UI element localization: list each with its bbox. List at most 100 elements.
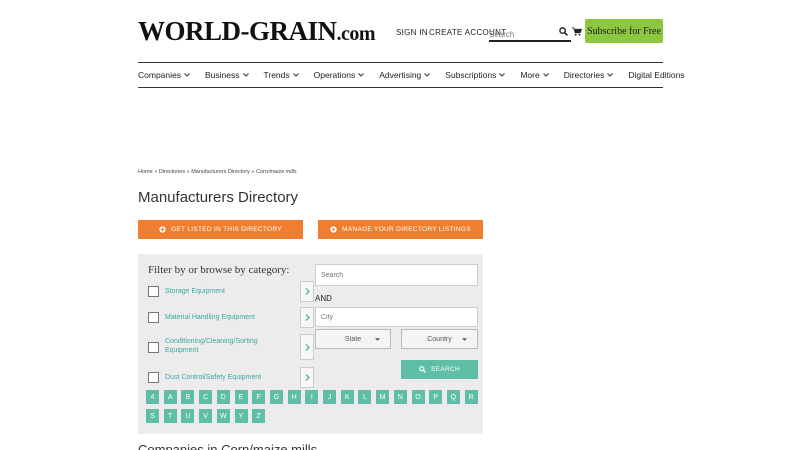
nav-item-more[interactable]: More — [520, 70, 549, 80]
letter-filter-t[interactable]: T — [163, 409, 177, 423]
letter-filter-f[interactable]: F — [252, 390, 266, 404]
category-expand-button[interactable] — [300, 307, 314, 328]
gear-icon — [330, 226, 337, 233]
letter-filter-i[interactable]: I — [305, 390, 319, 404]
letter-filter-n[interactable]: N — [393, 390, 407, 404]
letter-filter-l[interactable]: L — [358, 390, 372, 404]
letter-filter-q[interactable]: Q — [446, 390, 460, 404]
nav-item-business[interactable]: Business — [205, 70, 249, 80]
letter-filter-z[interactable]: Z — [252, 409, 266, 423]
letter-filter-k[interactable]: K — [340, 390, 354, 404]
breadcrumb-home[interactable]: Home — [138, 169, 153, 175]
site-header: WORLD-GRAIN.com SIGN IN CREATE ACCOUNT S… — [138, 14, 663, 50]
site-logo[interactable]: WORLD-GRAIN.com — [138, 16, 376, 47]
breadcrumb-directories[interactable]: Directories — [159, 169, 185, 175]
letter-filter-y[interactable]: Y — [234, 409, 248, 423]
chevron-down-icon — [499, 73, 506, 77]
subscribe-button[interactable]: Subscribe for Free — [585, 19, 663, 43]
search-icon — [419, 366, 427, 373]
letter-filter-d[interactable]: D — [216, 390, 230, 404]
chevron-down-icon — [607, 73, 614, 77]
directory-search-button[interactable]: SEARCH — [401, 360, 478, 379]
breadcrumb-current: Corn/maize mills — [256, 169, 297, 175]
category-label[interactable]: Material Handling Equipment — [165, 313, 295, 322]
letter-filter-e[interactable]: E — [234, 390, 248, 404]
chevron-down-icon — [542, 73, 549, 77]
nav-item-label: Business — [205, 70, 240, 80]
letter-filter-r[interactable]: R — [464, 390, 478, 404]
chevron-down-icon — [292, 73, 299, 77]
logo-main-text: WORLD-GRAIN — [138, 16, 337, 46]
city-input[interactable] — [315, 307, 478, 327]
letter-filter-o[interactable]: O — [411, 390, 425, 404]
nav-item-label: Advertising — [379, 70, 422, 80]
logo-suffix-text: .com — [336, 23, 376, 45]
category-label[interactable]: Storage Equipment — [165, 287, 295, 296]
category-checkbox[interactable] — [148, 312, 159, 323]
letter-filter-w[interactable]: W — [216, 409, 230, 423]
letter-filter-c[interactable]: C — [199, 390, 213, 404]
nav-item-label: More — [520, 70, 540, 80]
nav-item-trends[interactable]: Trends — [264, 70, 299, 80]
filter-title: Filter by or browse by category: — [148, 264, 290, 276]
nav-item-companies[interactable]: Companies — [138, 70, 190, 80]
sign-in-link[interactable]: SIGN IN — [396, 28, 428, 37]
chevron-down-icon — [358, 73, 365, 77]
manage-listings-button[interactable]: MANAGE YOUR DIRECTORY LISTINGS — [318, 220, 483, 239]
letter-filter-h[interactable]: H — [287, 390, 301, 404]
nav-item-operations[interactable]: Operations — [314, 70, 365, 80]
state-select-label: State — [344, 335, 362, 343]
keyword-search-input[interactable] — [315, 264, 478, 286]
chevron-right-icon — [305, 343, 310, 351]
letter-filter-m[interactable]: M — [376, 390, 390, 404]
category-label[interactable]: Conditioning/Cleaning/Sorting Equipment — [165, 337, 277, 355]
letter-filter-s[interactable]: S — [146, 409, 159, 423]
main-nav: Companies Business Trends Operations Adverti… — [138, 62, 685, 88]
nav-item-digital-editions[interactable]: Digital Editions — [628, 70, 684, 80]
filter-panel: Filter by or browse by category: Storage… — [138, 254, 483, 434]
breadcrumb-manufacturers[interactable]: Manufacturers Directory — [191, 169, 250, 175]
nav-item-label: Companies — [138, 70, 181, 80]
nav-item-directories[interactable]: Directories — [564, 70, 614, 80]
nav-item-label: Subscriptions — [445, 70, 497, 80]
chevron-right-icon — [305, 314, 310, 321]
caret-down-icon — [375, 338, 380, 341]
category-checkbox[interactable] — [148, 342, 159, 353]
nav-item-label: Directories — [563, 70, 605, 80]
category-checkbox[interactable] — [148, 372, 159, 383]
chevron-down-icon — [242, 73, 249, 77]
letter-filter-v[interactable]: V — [199, 409, 213, 423]
chevron-down-icon — [424, 73, 431, 77]
header-search-input[interactable] — [489, 26, 559, 43]
letter-filter-p[interactable]: P — [429, 390, 443, 404]
letter-filter-g[interactable]: G — [269, 390, 283, 404]
breadcrumb: Home » Directories » Manufacturers Direc… — [138, 169, 297, 175]
get-listed-label: GET LISTED IN THIS DIRECTORY — [171, 226, 282, 233]
category-expand-button[interactable] — [300, 334, 314, 360]
letter-filter-j[interactable]: J — [323, 390, 336, 404]
category-checkbox[interactable] — [148, 286, 159, 297]
letter-filter-a[interactable]: A — [163, 390, 177, 404]
category-expand-button[interactable] — [300, 367, 314, 388]
search-icon[interactable] — [559, 27, 568, 36]
category-expand-button[interactable] — [300, 281, 314, 302]
nav-item-label: Operations — [313, 70, 356, 80]
nav-item-label: Digital Editions — [628, 70, 685, 80]
and-label: AND — [315, 294, 332, 303]
caret-down-icon — [462, 338, 467, 341]
companies-heading: Companies in Corn/maize mills — [138, 442, 318, 450]
letter-filter-4[interactable]: 4 — [146, 390, 159, 404]
plus-circle-icon — [159, 226, 166, 233]
letter-filter-u[interactable]: U — [181, 409, 195, 423]
cart-icon[interactable] — [572, 27, 582, 36]
search-button-label: SEARCH — [431, 366, 460, 373]
country-select[interactable]: Country — [401, 329, 478, 349]
nav-item-advertising[interactable]: Advertising — [379, 70, 431, 80]
nav-item-label: Trends — [263, 70, 290, 80]
letter-filter-b[interactable]: B — [181, 390, 195, 404]
state-select[interactable]: State — [315, 329, 391, 349]
nav-item-subscriptions[interactable]: Subscriptions — [445, 70, 506, 80]
page-title: Manufacturers Directory — [138, 189, 299, 206]
get-listed-button[interactable]: GET LISTED IN THIS DIRECTORY — [138, 220, 303, 239]
category-label[interactable]: Dust Control/Safety Equipment — [165, 373, 295, 382]
